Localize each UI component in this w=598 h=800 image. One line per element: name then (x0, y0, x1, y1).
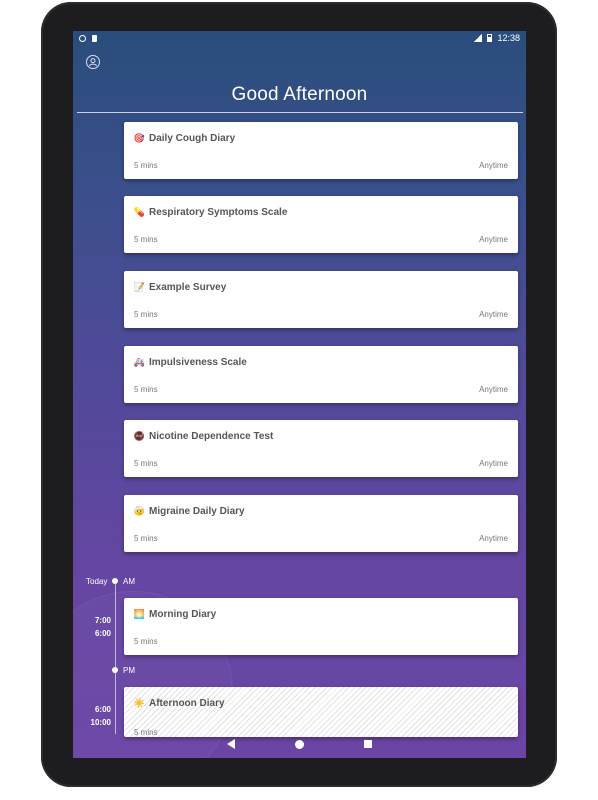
survey-card[interactable]: 💊 Respiratory Symptoms Scale 5 mins Anyt… (124, 196, 518, 253)
survey-title: Afternoon Diary (149, 698, 225, 709)
survey-title: Impulsiveness Scale (149, 357, 247, 368)
header-divider (77, 112, 523, 113)
back-icon[interactable] (227, 739, 235, 749)
survey-card[interactable]: 🎯 Daily Cough Diary 5 mins Anytime (124, 122, 518, 179)
home-icon[interactable] (295, 739, 304, 749)
user-icon (89, 58, 97, 67)
survey-duration: 5 mins (134, 310, 158, 319)
end-time: 6:00 (94, 629, 111, 638)
status-bar: 12:38 (73, 31, 526, 45)
no-smoking-icon: 🚭 (133, 431, 146, 441)
start-time: 7:00 (94, 616, 111, 625)
survey-title: Example Survey (149, 282, 227, 293)
today-label: Today (86, 577, 108, 586)
status-time: 12:38 (497, 33, 520, 43)
survey-card[interactable]: 🚭 Nicotine Dependence Test 5 mins Anytim… (124, 420, 518, 477)
target-icon: 🎯 (133, 133, 146, 143)
survey-duration: 5 mins (134, 637, 158, 646)
survey-availability: Anytime (479, 161, 508, 170)
survey-availability: Anytime (479, 310, 508, 319)
ambulance-icon: 🚑 (133, 357, 146, 367)
signal-icon (474, 34, 483, 42)
scheduled-survey-card[interactable]: 🌅 Morning Diary 5 mins (124, 598, 518, 655)
notification-icon (79, 34, 86, 42)
app-screen: 12:38 Good Afternoon 🎯 Daily Cough Diary… (73, 31, 526, 758)
recent-apps-icon[interactable] (364, 740, 372, 748)
survey-duration: 5 mins (134, 534, 158, 543)
battery-icon (487, 34, 493, 42)
greeting-title: Good Afternoon (231, 84, 368, 105)
timeline-dot-pm (112, 667, 118, 673)
end-time: 10:00 (90, 718, 111, 727)
survey-title: Respiratory Symptoms Scale (149, 207, 288, 218)
survey-card[interactable]: 🚑 Impulsiveness Scale 5 mins Anytime (124, 346, 518, 403)
survey-availability: Anytime (479, 235, 508, 244)
survey-duration: 5 mins (134, 459, 158, 468)
memo-icon: 📝 (133, 282, 146, 292)
profile-button[interactable] (86, 55, 100, 69)
navigation-bar (73, 730, 526, 758)
survey-availability: Anytime (479, 459, 508, 468)
survey-title: Daily Cough Diary (149, 133, 236, 144)
survey-duration: 5 mins (134, 161, 158, 170)
sd-card-icon (92, 34, 97, 42)
timeline-line (115, 584, 116, 734)
survey-availability: Anytime (479, 385, 508, 394)
sun-icon: ☀️ (133, 698, 146, 708)
survey-duration: 5 mins (134, 235, 158, 244)
am-label: AM (123, 577, 135, 586)
pm-label: PM (123, 666, 135, 675)
survey-duration: 5 mins (134, 385, 158, 394)
head-bandage-icon: 🤕 (133, 506, 146, 516)
start-time: 6:00 (94, 705, 111, 714)
survey-card[interactable]: 📝 Example Survey 5 mins Anytime (124, 271, 518, 328)
timeline-dot-am (112, 578, 118, 584)
survey-card[interactable]: 🤕 Migraine Daily Diary 5 mins Anytime (124, 495, 518, 552)
survey-title: Nicotine Dependence Test (149, 431, 274, 442)
survey-availability: Anytime (479, 534, 508, 543)
survey-title: Migraine Daily Diary (149, 506, 245, 517)
pill-icon: 💊 (133, 207, 146, 217)
sunrise-icon: 🌅 (133, 609, 146, 619)
survey-title: Morning Diary (149, 609, 217, 620)
